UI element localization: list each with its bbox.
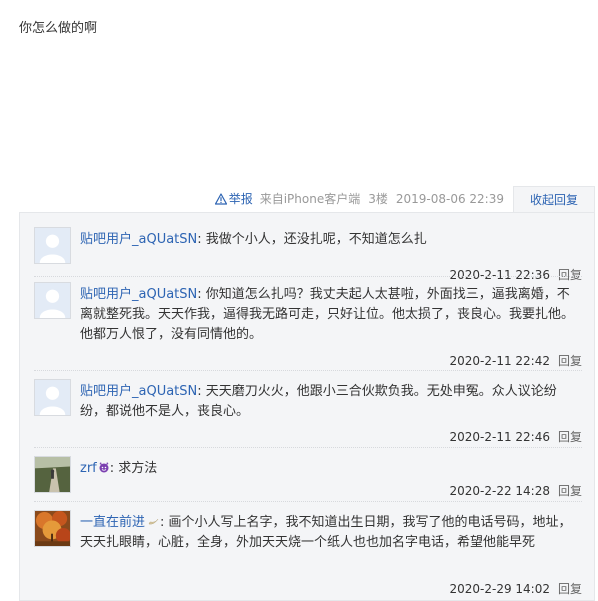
reply-text: 求方法 <box>118 461 158 476</box>
post-content: 你怎么做的啊 <box>19 21 98 36</box>
warning-icon <box>214 192 227 205</box>
reply-item: 贴吧用户_aQUatSN: 你知道怎么扎吗？我丈夫起人太甚啦，外面找三，逼我离婚… <box>34 282 582 370</box>
reply-footer: 2020-2-11 22:36 回复 <box>449 266 582 283</box>
reply-divider <box>34 370 582 371</box>
default-user-avatar-icon[interactable] <box>34 227 71 264</box>
reply-time: 2020-2-29 14:02 <box>449 582 550 596</box>
reply-username[interactable]: 一直在前进 <box>80 515 145 530</box>
reply-button[interactable]: 回复 <box>558 582 582 596</box>
reply-footer: 2020-2-22 14:28 回复 <box>449 482 582 499</box>
reply-time: 2020-2-11 22:36 <box>449 268 550 282</box>
reply-button[interactable]: 回复 <box>558 354 582 368</box>
default-user-avatar-icon[interactable] <box>34 379 71 416</box>
default-user-avatar-icon[interactable] <box>34 282 71 319</box>
reply-content: 贴吧用户_aQUatSN: 天天磨刀火火，他跟小三合伙欺负我。无处申冤。众人议论… <box>80 384 557 419</box>
reply-divider <box>34 276 582 277</box>
post-source: 来自iPhone客户端 <box>259 192 361 206</box>
devil-emoji-icon <box>99 462 109 473</box>
report-label: 举报 <box>228 192 253 206</box>
reply-divider <box>34 447 582 448</box>
reply-button[interactable]: 回复 <box>558 430 582 444</box>
photo-avatar-autumn-icon[interactable] <box>34 510 71 547</box>
reply-time: 2020-2-11 22:46 <box>449 430 550 444</box>
reply-content: 贴吧用户_aQUatSN: 我做个小人，还没扎呢，不知道怎么扎 <box>80 232 427 247</box>
post-meta-bar: 举报 来自iPhone客户端 3楼 2019-08-06 22:39 收起回复 <box>0 186 598 213</box>
reply-content: 贴吧用户_aQUatSN: 你知道怎么扎吗？我丈夫起人太甚啦，外面找三，逼我离婚… <box>80 287 575 342</box>
reply-footer: 2020-2-29 14:02 回复 <box>449 580 582 597</box>
reply-item: 一直在前进: 画个小人写上名字，我不知道出生日期，我写了他的电话号码，地址，天天… <box>34 510 582 598</box>
reply-username[interactable]: 贴吧用户_aQUatSN <box>80 287 197 302</box>
reply-content: zrf: 求方法 <box>80 461 158 476</box>
reply-content: 一直在前进: 画个小人写上名字，我不知道出生日期，我写了他的电话号码，地址，天天… <box>80 515 572 550</box>
post-floor: 3楼 <box>368 192 388 206</box>
reply-text: 我做个小人，还没扎呢，不知道怎么扎 <box>205 232 427 247</box>
post-tail-info: 举报 来自iPhone客户端 3楼 2019-08-06 22:39 <box>214 190 504 207</box>
reply-username[interactable]: zrf <box>80 461 97 476</box>
reply-username[interactable]: 贴吧用户_aQUatSN <box>80 384 197 399</box>
reply-panel: 贴吧用户_aQUatSN: 我做个小人，还没扎呢，不知道怎么扎 2020-2-1… <box>19 212 595 601</box>
collapse-replies-button[interactable]: 收起回复 <box>513 186 595 213</box>
reply-button[interactable]: 回复 <box>558 484 582 498</box>
reply-item: 贴吧用户_aQUatSN: 天天磨刀火火，他跟小三合伙欺负我。无处申冤。众人议论… <box>34 379 582 445</box>
reply-divider <box>34 501 582 502</box>
reply-footer: 2020-2-11 22:42 回复 <box>449 352 582 369</box>
reply-username[interactable]: 贴吧用户_aQUatSN <box>80 232 197 247</box>
reply-footer: 2020-2-11 22:46 回复 <box>449 428 582 445</box>
report-link[interactable]: 举报 <box>214 190 253 207</box>
reply-item: 贴吧用户_aQUatSN: 我做个小人，还没扎呢，不知道怎么扎 2020-2-1… <box>34 227 582 282</box>
reply-time: 2020-2-11 22:42 <box>449 354 550 368</box>
post-time: 2019-08-06 22:39 <box>395 191 504 206</box>
reply-time: 2020-2-22 14:28 <box>449 484 550 498</box>
reply-item: zrf: 求方法 2020-2-22 14:28 回复 <box>34 456 582 500</box>
crescent-badge-icon <box>148 518 159 525</box>
photo-avatar-path-icon[interactable] <box>34 456 71 493</box>
reply-button[interactable]: 回复 <box>558 268 582 282</box>
